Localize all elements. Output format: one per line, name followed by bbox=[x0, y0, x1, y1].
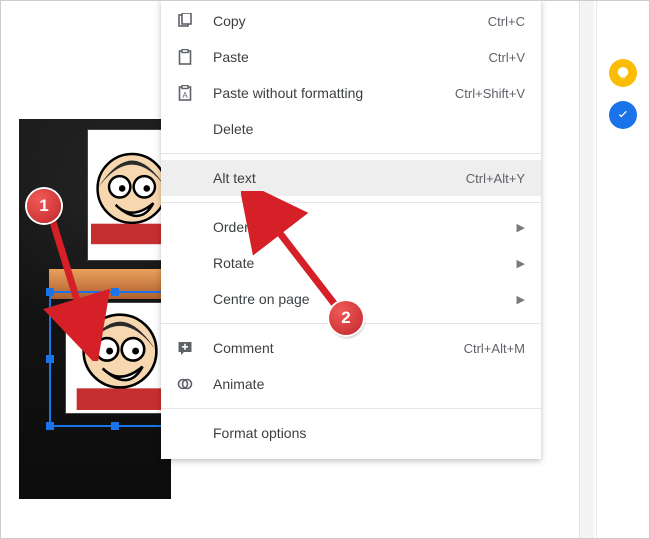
blank-icon bbox=[175, 217, 195, 237]
menu-label: Paste without formatting bbox=[213, 85, 455, 101]
menu-label: Rotate bbox=[213, 255, 517, 271]
blank-icon bbox=[175, 119, 195, 139]
resize-handle[interactable] bbox=[46, 355, 54, 363]
blank-icon bbox=[175, 423, 195, 443]
menu-label: Alt text bbox=[213, 170, 466, 186]
tasks-button[interactable] bbox=[609, 101, 637, 129]
annotation-badge-2: 2 bbox=[329, 301, 363, 335]
menu-item-delete[interactable]: Delete bbox=[161, 111, 541, 147]
menu-shortcut: Ctrl+Alt+Y bbox=[466, 171, 525, 186]
menu-item-alt-text[interactable]: Alt text Ctrl+Alt+Y bbox=[161, 160, 541, 196]
annotation-badge-1: 1 bbox=[27, 189, 61, 223]
menu-label: Order bbox=[213, 219, 517, 235]
menu-item-copy[interactable]: Copy Ctrl+C bbox=[161, 3, 541, 39]
menu-item-rotate[interactable]: Rotate ▶ bbox=[161, 245, 541, 281]
menu-separator bbox=[161, 153, 541, 154]
resize-handle[interactable] bbox=[111, 422, 119, 430]
menu-shortcut: Ctrl+Shift+V bbox=[455, 86, 525, 101]
comment-icon bbox=[175, 338, 195, 358]
menu-separator bbox=[161, 408, 541, 409]
menu-item-order[interactable]: Order ▶ bbox=[161, 209, 541, 245]
blank-icon bbox=[175, 253, 195, 273]
menu-shortcut: Ctrl+C bbox=[488, 14, 525, 29]
app-viewport: Copy Ctrl+C Paste Ctrl+V A Paste without… bbox=[0, 0, 650, 539]
menu-label: Centre on page bbox=[213, 291, 517, 307]
blank-icon bbox=[175, 289, 195, 309]
resize-handle[interactable] bbox=[46, 288, 54, 296]
resize-handle[interactable] bbox=[111, 288, 119, 296]
chevron-right-icon: ▶ bbox=[517, 293, 525, 306]
menu-label: Copy bbox=[213, 13, 488, 29]
paste-icon bbox=[175, 47, 195, 67]
menu-label: Animate bbox=[213, 376, 525, 392]
side-panel-rail bbox=[596, 1, 649, 539]
menu-item-paste[interactable]: Paste Ctrl+V bbox=[161, 39, 541, 75]
chevron-right-icon: ▶ bbox=[517, 221, 525, 234]
menu-label: Format options bbox=[213, 425, 525, 441]
menu-item-animate[interactable]: Animate bbox=[161, 366, 541, 402]
menu-item-comment[interactable]: Comment Ctrl+Alt+M bbox=[161, 330, 541, 366]
cartoon-image-selected[interactable] bbox=[65, 302, 175, 414]
keep-notes-button[interactable] bbox=[609, 59, 637, 87]
resize-handle[interactable] bbox=[46, 422, 54, 430]
menu-item-paste-without-formatting[interactable]: A Paste without formatting Ctrl+Shift+V bbox=[161, 75, 541, 111]
chevron-right-icon: ▶ bbox=[517, 257, 525, 270]
blank-icon bbox=[175, 168, 195, 188]
menu-label: Paste bbox=[213, 49, 489, 65]
vertical-scrollbar[interactable] bbox=[579, 1, 594, 539]
paste-plain-icon: A bbox=[175, 83, 195, 103]
menu-shortcut: Ctrl+Alt+M bbox=[464, 341, 525, 356]
menu-label: Comment bbox=[213, 340, 464, 356]
menu-separator bbox=[161, 202, 541, 203]
menu-item-format-options[interactable]: Format options bbox=[161, 415, 541, 451]
copy-icon bbox=[175, 11, 195, 31]
context-menu: Copy Ctrl+C Paste Ctrl+V A Paste without… bbox=[161, 0, 541, 459]
cartoon-face-icon bbox=[69, 306, 171, 410]
menu-label: Delete bbox=[213, 121, 525, 137]
svg-text:A: A bbox=[182, 91, 188, 100]
animate-icon bbox=[175, 374, 195, 394]
menu-shortcut: Ctrl+V bbox=[489, 50, 525, 65]
